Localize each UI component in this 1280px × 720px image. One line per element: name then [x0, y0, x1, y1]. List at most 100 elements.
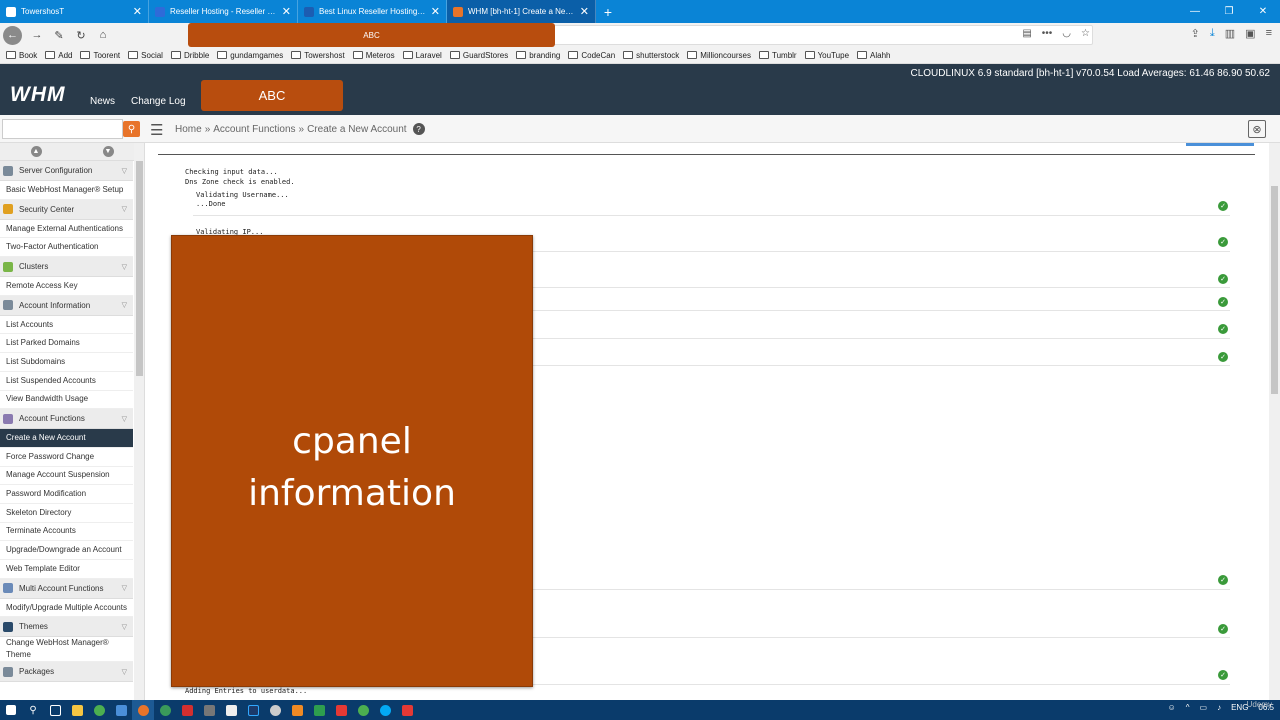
chevron-down-icon[interactable]: ▽: [122, 205, 127, 213]
sidebar-section-header[interactable]: Account Functions ▽: [0, 409, 133, 430]
sidebar-item[interactable]: Create a New Account: [0, 429, 133, 448]
bookmark-item[interactable]: Towershost: [291, 51, 345, 60]
cloud-icon[interactable]: [264, 700, 286, 720]
nav-news-link[interactable]: News: [90, 96, 115, 107]
sidebar-item[interactable]: Basic WebHost Manager® Setup: [0, 181, 133, 200]
file-explorer-icon[interactable]: [66, 700, 88, 720]
browser-tab[interactable]: Reseller Hosting - Reseller Hos ✕: [149, 0, 298, 23]
sidebar-item[interactable]: Modify/Upgrade Multiple Accounts: [0, 599, 133, 618]
breadcrumb-section[interactable]: Account Functions: [213, 124, 295, 135]
chevron-down-icon[interactable]: ▽: [122, 263, 127, 271]
bookmark-item[interactable]: Social: [128, 51, 163, 60]
bookmark-item[interactable]: Dribble: [170, 51, 209, 60]
sidebar-item[interactable]: Remote Access Key: [0, 277, 133, 296]
bookmark-item[interactable]: Meteros: [352, 51, 395, 60]
share-icon[interactable]: ⇪: [1191, 27, 1200, 40]
sidebar-item[interactable]: View Bandwidth Usage: [0, 391, 133, 410]
pocket-icon[interactable]: ◡: [1062, 28, 1071, 39]
chevron-down-icon[interactable]: ▽: [122, 415, 127, 423]
sidebar-scrollbar[interactable]: [134, 143, 144, 700]
more-icon[interactable]: •••: [1042, 28, 1053, 39]
chrome-icon[interactable]: [88, 700, 110, 720]
sublime-icon[interactable]: [286, 700, 308, 720]
bookmark-item[interactable]: gundamgames: [217, 51, 283, 60]
bookmark-item[interactable]: Book: [6, 51, 37, 60]
chevron-down-icon[interactable]: ▽: [122, 668, 127, 676]
network-icon[interactable]: ▭: [1200, 703, 1208, 712]
task-view-icon[interactable]: [44, 700, 66, 720]
sidebar-section-header[interactable]: Multi Account Functions ▽: [0, 578, 133, 599]
main-scroll-thumb[interactable]: [1271, 186, 1278, 394]
tab-close-icon[interactable]: ✕: [133, 5, 142, 18]
bookmark-item[interactable]: GuardStores: [449, 51, 508, 60]
tab-close-icon[interactable]: ✕: [282, 5, 291, 18]
sidebar-section-header[interactable]: Security Center ▽: [0, 199, 133, 220]
chevron-down-icon[interactable]: ▽: [122, 623, 127, 631]
sidebar-section-header[interactable]: Clusters ▽: [0, 257, 133, 278]
bookmark-item[interactable]: Laravel: [402, 51, 442, 60]
tools-icon[interactable]: ✎: [48, 24, 70, 46]
start-icon[interactable]: [0, 700, 22, 720]
reader-icon[interactable]: ▤: [1022, 28, 1031, 39]
collapse-up-icon[interactable]: ▲: [30, 146, 42, 157]
sidebar-item[interactable]: Upgrade/Downgrade an Account: [0, 541, 133, 560]
sidebar-item[interactable]: List Subdomains: [0, 353, 133, 372]
chevron-down-icon[interactable]: ▽: [122, 584, 127, 592]
main-scrollbar[interactable]: [1269, 143, 1280, 700]
download-icon[interactable]: ⤓: [1210, 27, 1215, 40]
search-input[interactable]: [2, 119, 123, 139]
sidebar-item[interactable]: List Parked Domains: [0, 334, 133, 354]
new-tab-icon[interactable]: +: [596, 0, 620, 23]
people-icon[interactable]: ☺: [1168, 703, 1176, 712]
close-window-icon[interactable]: ✕: [1246, 6, 1280, 17]
sidebar-item[interactable]: Web Template Editor: [0, 560, 133, 579]
breadcrumb-home[interactable]: Home: [175, 124, 202, 135]
bookmark-item[interactable]: Alahh: [857, 51, 890, 60]
photoshop-icon[interactable]: [242, 700, 264, 720]
bookmark-item[interactable]: CodeCan: [568, 51, 615, 60]
menu-icon[interactable]: ≡: [1266, 27, 1272, 40]
tray-up-icon[interactable]: ^: [1186, 703, 1190, 712]
browser-tab[interactable]: TowershosT ✕: [0, 0, 149, 23]
bookmark-item[interactable]: branding: [516, 51, 560, 60]
sidebar-item[interactable]: Password Modification: [0, 485, 133, 504]
bookmark-item[interactable]: Millioncourses: [687, 51, 751, 60]
sidebar-item[interactable]: Manage External Authentications: [0, 220, 133, 239]
sidebar-section-header[interactable]: Server Configuration ▽: [0, 161, 133, 181]
edge-icon[interactable]: [154, 700, 176, 720]
library-icon[interactable]: ▥: [1225, 27, 1235, 40]
browser-tab-active[interactable]: WHM [bh-ht-1] Create a New A ✕: [447, 0, 596, 23]
expand-down-icon[interactable]: ▼: [102, 146, 114, 157]
back-icon[interactable]: ←: [3, 25, 22, 45]
sidebar-scroll-thumb[interactable]: [136, 161, 143, 376]
store-icon[interactable]: [110, 700, 132, 720]
hamburger-menu-icon[interactable]: ☰: [150, 121, 163, 139]
bookmark-item[interactable]: Toorent: [80, 51, 120, 60]
browser-tab[interactable]: Best Linux Reseller Hosting Plan ✕: [298, 0, 447, 23]
bookmark-item[interactable]: Tumblr: [758, 51, 797, 60]
sidebar-item[interactable]: Skeleton Directory: [0, 504, 133, 523]
volume-icon[interactable]: ♪: [1217, 703, 1221, 712]
sidebar-item[interactable]: Change WebHost Manager® Theme: [0, 637, 133, 663]
help-icon[interactable]: ?: [412, 123, 425, 135]
sidebar-section-header[interactable]: Themes ▽: [0, 617, 133, 638]
home-icon[interactable]: ⌂: [92, 24, 114, 46]
whm-logo[interactable]: WHM: [10, 83, 65, 107]
calculator-icon[interactable]: [198, 700, 220, 720]
camtasia-icon[interactable]: [308, 700, 330, 720]
bookmark-star-icon[interactable]: ☆: [1081, 28, 1090, 39]
bookmark-item[interactable]: Add: [45, 51, 72, 60]
sidebar-section-header[interactable]: Packages ▽: [0, 662, 133, 683]
whatsapp-icon[interactable]: [352, 700, 374, 720]
sidebar-item[interactable]: List Suspended Accounts: [0, 372, 133, 391]
sidebar-section-header[interactable]: Account Information ▽: [0, 295, 133, 316]
pdf-icon[interactable]: [330, 700, 352, 720]
minimize-icon[interactable]: —: [1178, 6, 1212, 17]
acrobat-icon[interactable]: [176, 700, 198, 720]
sidebar-item[interactable]: List Accounts: [0, 316, 133, 335]
search-taskbar-icon[interactable]: ⚲: [22, 700, 44, 720]
sidebar-item[interactable]: Two-Factor Authentication: [0, 238, 133, 258]
sidebar-item[interactable]: Terminate Accounts: [0, 523, 133, 542]
sidebar-toggle-icon[interactable]: ▣: [1245, 27, 1255, 40]
tab-close-icon[interactable]: ✕: [431, 5, 440, 18]
